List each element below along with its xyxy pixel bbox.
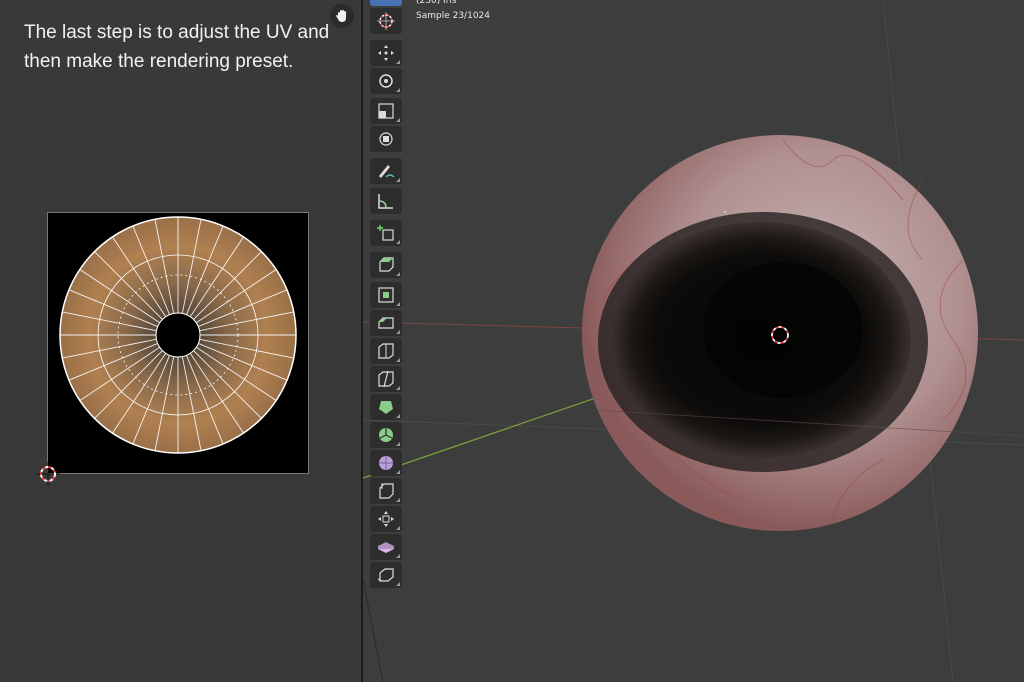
annotate-tool[interactable] xyxy=(370,158,402,184)
viewport-overlay-text: (230) Iris Sample 23/1024 xyxy=(416,0,490,24)
inset-faces-icon xyxy=(378,287,394,303)
tutorial-caption: The last step is to adjust the UV and th… xyxy=(24,18,354,76)
viewport-scene xyxy=(363,0,1024,682)
shear-icon xyxy=(378,542,394,553)
extrude-region-tool[interactable] xyxy=(370,252,402,278)
select-box-tool[interactable] xyxy=(370,0,402,6)
smooth-tool[interactable] xyxy=(370,450,402,476)
shrink-fatten-icon xyxy=(378,511,394,527)
spin-tool[interactable] xyxy=(370,422,402,448)
add-cube-icon xyxy=(377,225,394,241)
loop-cut-icon xyxy=(378,343,394,359)
bevel-icon xyxy=(378,317,394,329)
render-sample-counter: Sample 23/1024 xyxy=(416,11,490,21)
rotate-tool[interactable] xyxy=(370,68,402,94)
measure-tool[interactable] xyxy=(370,188,402,214)
edge-slide-icon xyxy=(379,483,394,499)
inset-faces-tool[interactable] xyxy=(370,282,402,308)
measure-icon xyxy=(378,194,393,209)
cursor-icon xyxy=(377,12,395,30)
tutorial-line-1: The last step is to adjust the UV and xyxy=(24,22,330,43)
loop-cut-tool[interactable] xyxy=(370,338,402,364)
spin-icon xyxy=(379,428,393,442)
rip-region-icon xyxy=(377,568,394,582)
shear-tool[interactable] xyxy=(370,534,402,560)
knife-tool[interactable] xyxy=(370,366,402,392)
uv-texture-canvas[interactable] xyxy=(47,212,309,474)
transform-icon xyxy=(379,132,393,146)
bevel-tool[interactable] xyxy=(370,310,402,336)
rotate-icon xyxy=(379,74,393,88)
cursor-tool[interactable] xyxy=(370,8,402,34)
poly-build-icon xyxy=(379,401,393,414)
move-tool[interactable] xyxy=(370,40,402,66)
uv-pupil-hole xyxy=(155,312,201,358)
pan-view-button[interactable] xyxy=(330,4,354,28)
grid-line xyxy=(363,579,384,682)
uv-editor-panel[interactable]: The last step is to adjust the UV and th… xyxy=(0,0,361,682)
smooth-icon xyxy=(379,456,393,470)
rip-region-tool[interactable] xyxy=(370,562,402,588)
edge-slide-tool[interactable] xyxy=(370,478,402,504)
scale-icon xyxy=(378,103,394,119)
shrink-fatten-tool[interactable] xyxy=(370,506,402,532)
annotate-icon xyxy=(379,165,395,178)
iris-uv-layout xyxy=(59,216,297,454)
eye-pupil xyxy=(703,262,863,398)
scale-tool[interactable] xyxy=(370,98,402,124)
2d-cursor-icon[interactable] xyxy=(36,462,60,486)
object-name-label: (230) Iris xyxy=(416,0,457,6)
3d-viewport[interactable]: (230) Iris Sample 23/1024 xyxy=(363,0,1024,682)
add-cube-tool[interactable] xyxy=(370,220,402,246)
poly-build-tool[interactable] xyxy=(370,394,402,420)
hand-icon xyxy=(336,10,346,22)
tutorial-line-2: then make the rendering preset. xyxy=(24,51,294,72)
move-icon xyxy=(378,45,394,61)
extrude-region-icon xyxy=(379,257,394,272)
transform-tool[interactable] xyxy=(370,126,402,152)
knife-icon xyxy=(378,370,394,388)
